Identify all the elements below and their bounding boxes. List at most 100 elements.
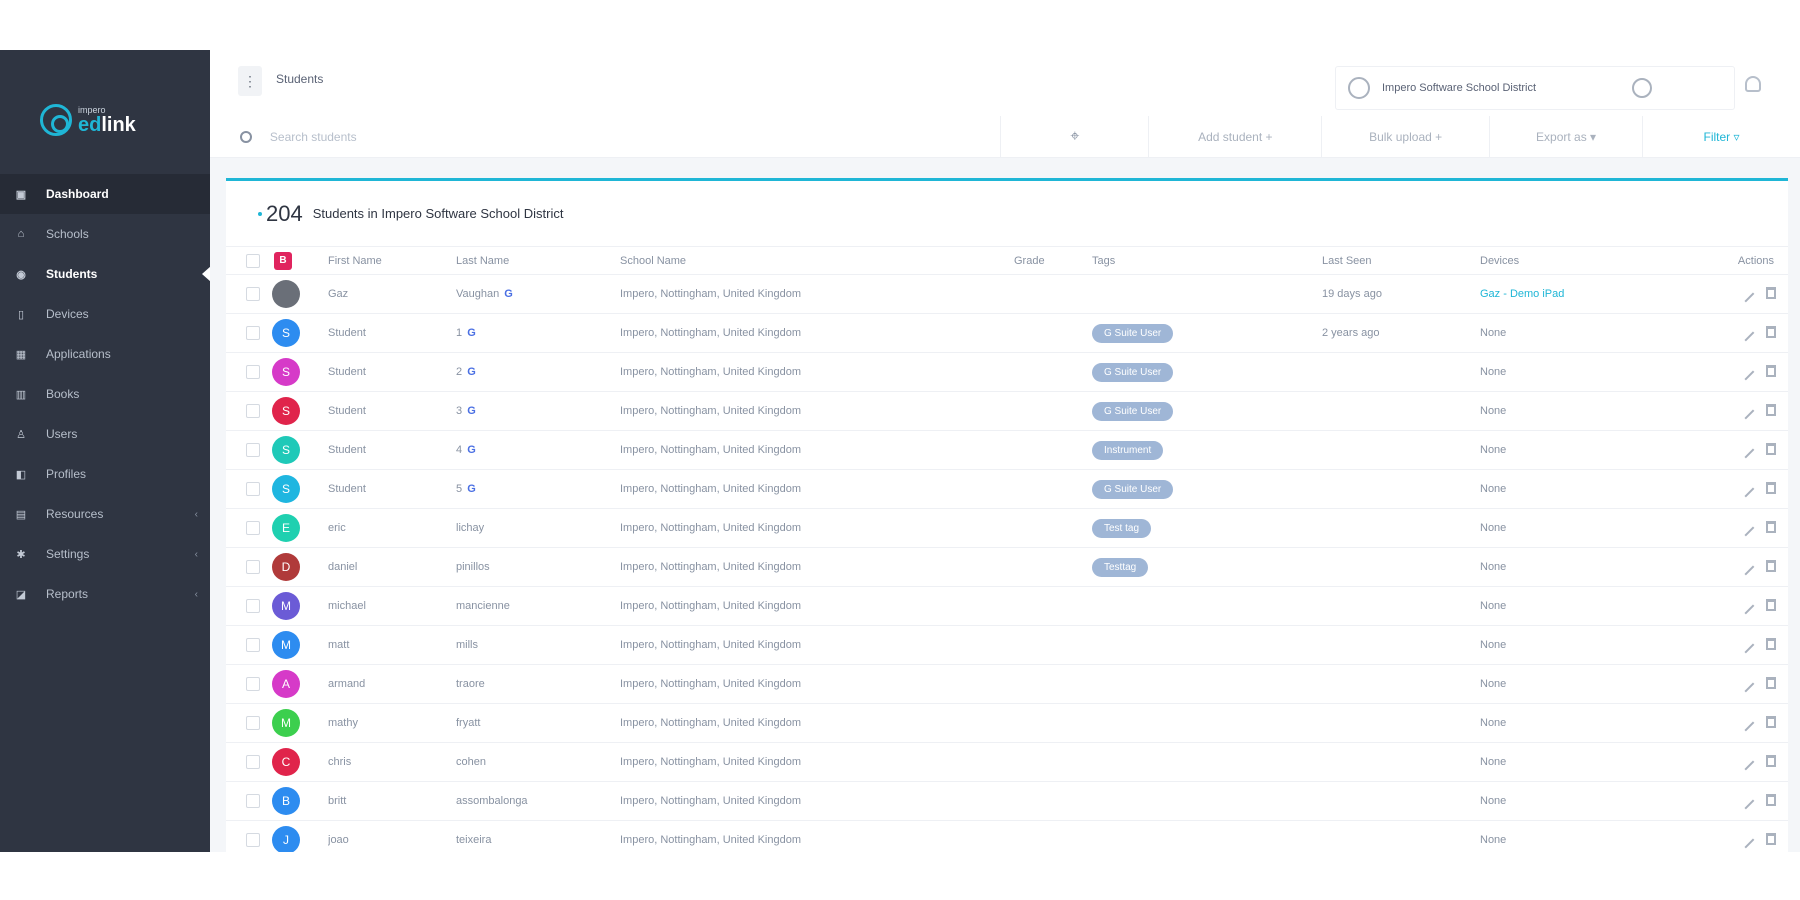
sidebar-item-books[interactable]: ▥ Books [0, 374, 210, 414]
row-checkbox[interactable] [246, 677, 260, 691]
trash-icon[interactable] [1766, 676, 1776, 689]
edit-icon[interactable] [1741, 484, 1755, 497]
trash-icon[interactable] [1766, 637, 1776, 650]
first-name[interactable]: eric [328, 522, 346, 534]
trash-icon[interactable] [1766, 442, 1776, 455]
row-checkbox[interactable] [246, 716, 260, 730]
sidebar-item-schools[interactable]: ⌂ Schools [0, 214, 210, 254]
edit-icon[interactable] [1741, 640, 1755, 653]
tag-badge[interactable]: G Suite User [1092, 323, 1174, 343]
sidebar-item-devices[interactable]: ▯ Devices [0, 294, 210, 334]
column-header-first-name[interactable]: First Name [328, 246, 456, 275]
tag-badge[interactable]: G Suite User [1092, 479, 1174, 499]
trash-icon[interactable] [1766, 832, 1776, 845]
trash-icon[interactable] [1766, 754, 1776, 767]
device[interactable]: Gaz - Demo iPad [1480, 288, 1564, 300]
edit-icon[interactable] [1741, 718, 1755, 731]
first-name[interactable]: Student [328, 366, 366, 378]
column-header-last-seen[interactable]: Last Seen [1322, 246, 1480, 275]
table-row[interactable]: S Student 2 G Impero, Nottingham, United Ki… [226, 352, 1788, 392]
first-name[interactable]: Student [328, 405, 366, 417]
add-student-button[interactable]: Add student + [1148, 115, 1321, 158]
table-row[interactable]: Jjoao teixeira Impero, Nottingham, United … [226, 820, 1788, 852]
sidebar-item-dashboard[interactable]: ▣ Dashboard [0, 174, 210, 214]
row-checkbox[interactable] [246, 482, 260, 496]
bulk-select-badge[interactable]: B [274, 251, 292, 270]
sidebar-item-profiles[interactable]: ◧ Profiles [0, 454, 210, 494]
table-row[interactable]: Aarmand traore Impero, Nottingham, United … [226, 664, 1788, 704]
column-header-school-name[interactable]: School Name [620, 246, 1014, 275]
trash-icon[interactable] [1766, 520, 1776, 533]
first-name[interactable]: Student [328, 483, 366, 495]
sidebar-item-applications[interactable]: ▦ Applications [0, 334, 210, 374]
row-checkbox[interactable] [246, 560, 260, 574]
row-checkbox[interactable] [246, 521, 260, 535]
table-row[interactable]: S Student 4 G Impero, Nottingham, United Ki… [226, 430, 1788, 470]
logo[interactable]: impero edlink [40, 100, 136, 140]
trash-icon[interactable] [1766, 403, 1776, 416]
row-checkbox[interactable] [246, 404, 260, 418]
column-header-last-name[interactable]: Last Name [456, 246, 620, 275]
first-name[interactable]: armand [328, 678, 365, 690]
district-selector[interactable]: Impero Software School District [1335, 66, 1735, 110]
table-row[interactable]: Mmatt mills Impero, Nottingham, United Kin… [226, 625, 1788, 665]
edit-icon[interactable] [1741, 367, 1755, 380]
edit-icon[interactable] [1741, 796, 1755, 809]
first-name[interactable]: matt [328, 639, 349, 651]
trash-icon[interactable] [1766, 364, 1776, 377]
table-row[interactable]: Ddaniel pinillos Impero, Nottingham, Unite… [226, 547, 1788, 587]
export-as-dropdown[interactable]: Export as ▾ [1489, 115, 1642, 158]
edit-icon[interactable] [1741, 679, 1755, 692]
select-all-checkbox[interactable] [246, 253, 260, 268]
tag-badge[interactable]: G Suite User [1092, 401, 1174, 421]
table-row[interactable]: S Student 3 G Impero, Nottingham, United Ki… [226, 391, 1788, 431]
trash-icon[interactable] [1766, 715, 1776, 728]
locate-button[interactable]: ⌖ [1000, 115, 1148, 158]
edit-icon[interactable] [1741, 406, 1755, 419]
table-row[interactable]: Gaz Vaughan G Impero, Nottingham, United K… [226, 274, 1788, 314]
trash-icon[interactable] [1766, 481, 1776, 494]
filter-button[interactable]: Filter ▿ [1642, 115, 1800, 158]
row-checkbox[interactable] [246, 287, 260, 301]
trash-icon[interactable] [1766, 793, 1776, 806]
row-checkbox[interactable] [246, 365, 260, 379]
row-checkbox[interactable] [246, 326, 260, 340]
edit-icon[interactable] [1741, 601, 1755, 614]
first-name[interactable]: daniel [328, 561, 357, 573]
first-name[interactable]: michael [328, 600, 366, 612]
first-name[interactable]: joao [328, 834, 349, 846]
search-input[interactable] [269, 129, 1001, 144]
table-row[interactable]: Mmathy fryatt Impero, Nottingham, United K… [226, 703, 1788, 743]
tag-badge[interactable]: G Suite User [1092, 362, 1174, 382]
first-name[interactable]: Student [328, 444, 366, 456]
column-header-tags[interactable]: Tags [1092, 246, 1322, 275]
edit-icon[interactable] [1741, 328, 1755, 341]
first-name[interactable]: chris [328, 756, 351, 768]
table-row[interactable]: Cchris cohen Impero, Nottingham, United Ki… [226, 742, 1788, 782]
edit-icon[interactable] [1741, 289, 1755, 302]
first-name[interactable]: britt [328, 795, 346, 807]
row-checkbox[interactable] [246, 833, 260, 847]
edit-icon[interactable] [1741, 445, 1755, 458]
sidebar-item-students[interactable]: ◉ Students [0, 254, 211, 294]
trash-icon[interactable] [1766, 325, 1776, 338]
table-row[interactable]: S Student 1 G Impero, Nottingham, United Ki… [226, 313, 1788, 353]
table-row[interactable]: Mmichael mancienne Impero, Nottingham, Uni… [226, 586, 1788, 626]
row-checkbox[interactable] [246, 638, 260, 652]
notification-bell-icon[interactable] [1745, 76, 1761, 92]
table-row[interactable]: S Student 5 G Impero, Nottingham, United Ki… [226, 469, 1788, 509]
menu-toggle-button[interactable]: ⋮ [238, 66, 262, 96]
column-header-grade[interactable]: Grade [1014, 246, 1092, 275]
edit-icon[interactable] [1741, 757, 1755, 770]
tag-badge[interactable]: Testtag [1092, 557, 1149, 577]
row-checkbox[interactable] [246, 599, 260, 613]
column-header-devices[interactable]: Devices [1480, 246, 1692, 275]
edit-icon[interactable] [1741, 562, 1755, 575]
trash-icon[interactable] [1766, 598, 1776, 611]
bulk-upload-button[interactable]: Bulk upload + [1321, 115, 1489, 158]
trash-icon[interactable] [1766, 286, 1776, 299]
edit-icon[interactable] [1741, 835, 1755, 848]
table-row[interactable]: Bbritt assombalonga Impero, Nottingham, Un… [226, 781, 1788, 821]
row-checkbox[interactable] [246, 755, 260, 769]
trash-icon[interactable] [1766, 559, 1776, 572]
